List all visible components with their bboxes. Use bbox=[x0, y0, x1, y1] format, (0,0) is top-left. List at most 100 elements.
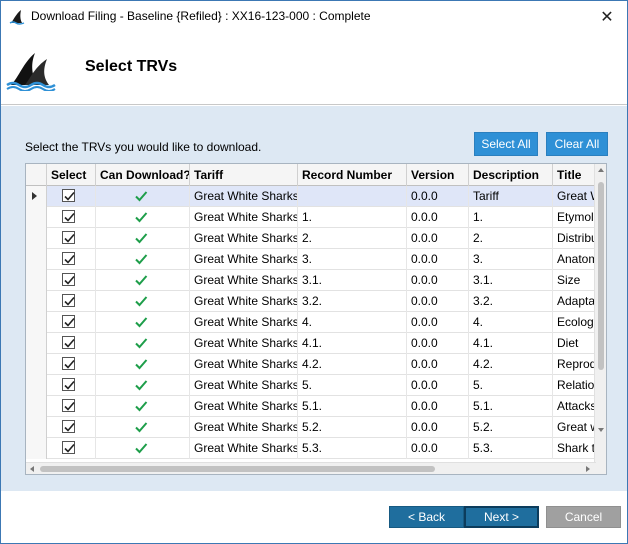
column-header-select[interactable]: Select bbox=[47, 164, 96, 186]
vertical-scrollbar[interactable] bbox=[594, 164, 606, 474]
scroll-right-icon[interactable] bbox=[586, 466, 590, 472]
select-checkbox[interactable] bbox=[62, 210, 75, 223]
description-cell: 3.1. bbox=[469, 270, 553, 291]
select-all-button[interactable]: Select All bbox=[474, 132, 538, 156]
vertical-scroll-thumb[interactable] bbox=[598, 182, 604, 370]
row-header[interactable] bbox=[26, 396, 47, 417]
can-download-cell bbox=[96, 354, 190, 375]
shark-fin-logo bbox=[6, 53, 56, 91]
table-row[interactable]: Great White Sharks 3.1. 0.0.0 3.1. Size bbox=[26, 270, 596, 291]
row-header[interactable] bbox=[26, 228, 47, 249]
select-checkbox[interactable] bbox=[62, 231, 75, 244]
title-cell: Attacks bbox=[557, 399, 596, 413]
select-checkbox[interactable] bbox=[62, 315, 75, 328]
table-row[interactable]: Great White Sharks5.2.0.0.05.2.Great whi… bbox=[26, 417, 596, 438]
record-number-cell: 1. bbox=[298, 207, 407, 228]
check-icon bbox=[64, 296, 75, 306]
can-download-cell bbox=[96, 249, 190, 270]
row-header[interactable] bbox=[26, 249, 47, 270]
table-row[interactable]: Great White Sharks 5.1. 0.0.0 5.1. Attacks bbox=[26, 396, 596, 417]
column-header-can-download[interactable]: Can Download? bbox=[96, 164, 190, 186]
select-checkbox[interactable] bbox=[62, 336, 75, 349]
column-header-description[interactable]: Description bbox=[469, 164, 553, 186]
select-checkbox[interactable] bbox=[62, 189, 75, 202]
current-row-icon bbox=[32, 192, 37, 200]
horizontal-scroll-thumb[interactable] bbox=[40, 466, 435, 472]
back-button[interactable]: < Back bbox=[389, 506, 464, 528]
wizard-header: Select TRVs bbox=[1, 32, 627, 105]
row-header[interactable] bbox=[26, 207, 47, 228]
description-cell: 1. bbox=[469, 207, 553, 228]
tariff-cell: Great White Sharks bbox=[190, 333, 298, 354]
select-checkbox[interactable] bbox=[62, 399, 75, 412]
column-header-title[interactable]: Title bbox=[553, 164, 596, 186]
title-cell: Etymology bbox=[557, 210, 596, 224]
row-header[interactable] bbox=[26, 312, 47, 333]
next-button[interactable]: Next > bbox=[464, 506, 539, 528]
row-header[interactable] bbox=[26, 186, 47, 207]
column-header-record-number[interactable]: Record Number bbox=[298, 164, 407, 186]
version-cell: 0.0.0 bbox=[407, 438, 469, 459]
page-title: Select TRVs bbox=[85, 58, 178, 75]
description-cell: 4.1. bbox=[469, 333, 553, 354]
green-checkmark-icon bbox=[134, 189, 148, 207]
check-icon bbox=[64, 254, 75, 264]
row-header[interactable] bbox=[26, 354, 47, 375]
select-checkbox[interactable] bbox=[62, 273, 75, 286]
check-icon bbox=[64, 191, 75, 201]
scroll-up-icon[interactable] bbox=[598, 168, 604, 172]
row-header[interactable] bbox=[26, 438, 47, 459]
tariff-cell: Great White Sharks bbox=[190, 228, 298, 249]
column-header-tariff[interactable]: Tariff bbox=[190, 164, 298, 186]
description-cell: 5. bbox=[469, 375, 553, 396]
tariff-cell: Great White Sharks bbox=[190, 186, 298, 207]
description-cell: 2. bbox=[469, 228, 553, 249]
title-cell: Relationship bbox=[557, 378, 596, 392]
table-row[interactable]: Great White Sharks5.3.0.0.05.3.Shark tou… bbox=[26, 438, 596, 459]
can-download-cell bbox=[96, 396, 190, 417]
tariff-cell: Great White Sharks bbox=[190, 207, 298, 228]
green-checkmark-icon bbox=[134, 399, 148, 417]
column-header-version[interactable]: Version bbox=[407, 164, 469, 186]
green-checkmark-icon bbox=[134, 420, 148, 438]
check-icon bbox=[64, 359, 75, 369]
table-row[interactable]: Great White Sharks5.0.0.05.Relationship bbox=[26, 375, 596, 396]
scroll-left-icon[interactable] bbox=[30, 466, 34, 472]
select-checkbox[interactable] bbox=[62, 378, 75, 391]
table-row[interactable]: Great White Sharks4.2.0.0.04.2.Reproduct… bbox=[26, 354, 596, 375]
scroll-down-icon[interactable] bbox=[598, 428, 604, 432]
row-header[interactable] bbox=[26, 375, 47, 396]
can-download-cell bbox=[96, 291, 190, 312]
table-row[interactable]: Great White Sharks 4. 0.0.0 4. Ecology bbox=[26, 312, 596, 333]
table-row[interactable]: Great White Sharks 4.1. 0.0.0 4.1. Diet bbox=[26, 333, 596, 354]
row-header[interactable] bbox=[26, 291, 47, 312]
row-header[interactable] bbox=[26, 270, 47, 291]
row-header[interactable] bbox=[26, 417, 47, 438]
can-download-cell bbox=[96, 375, 190, 396]
tariff-cell: Great White Sharks bbox=[190, 354, 298, 375]
select-cell bbox=[47, 249, 96, 270]
tariff-cell: Great White Sharks bbox=[190, 375, 298, 396]
table-row[interactable]: Great White Sharks1.0.0.01.Etymology bbox=[26, 207, 596, 228]
table-row[interactable]: Great White Sharks2.0.0.02.Distribution bbox=[26, 228, 596, 249]
description-cell: 5.2. bbox=[469, 417, 553, 438]
cancel-button[interactable]: Cancel bbox=[546, 506, 621, 528]
select-checkbox[interactable] bbox=[62, 441, 75, 454]
green-checkmark-icon bbox=[134, 336, 148, 354]
record-number-cell: 2. bbox=[298, 228, 407, 249]
horizontal-scrollbar[interactable] bbox=[26, 462, 596, 474]
clear-all-button[interactable]: Clear All bbox=[546, 132, 608, 156]
close-button[interactable]: ✕ bbox=[587, 1, 627, 32]
select-checkbox[interactable] bbox=[62, 294, 75, 307]
select-checkbox[interactable] bbox=[62, 357, 75, 370]
select-checkbox[interactable] bbox=[62, 420, 75, 433]
record-number-cell: 3.1. bbox=[298, 270, 407, 291]
table-row[interactable]: Great White Sharks3.2.0.0.03.2.Adaptatio… bbox=[26, 291, 596, 312]
record-number-cell: 4.2. bbox=[298, 354, 407, 375]
description-cell: 4. bbox=[469, 312, 553, 333]
select-checkbox[interactable] bbox=[62, 252, 75, 265]
table-row[interactable]: Great White Sharks3.0.0.03.Anatomy bbox=[26, 249, 596, 270]
description-cell: 5.1. bbox=[469, 396, 553, 417]
row-header[interactable] bbox=[26, 333, 47, 354]
table-row[interactable]: Great White Sharks 0.0.0Tariff Great White… bbox=[26, 186, 596, 207]
